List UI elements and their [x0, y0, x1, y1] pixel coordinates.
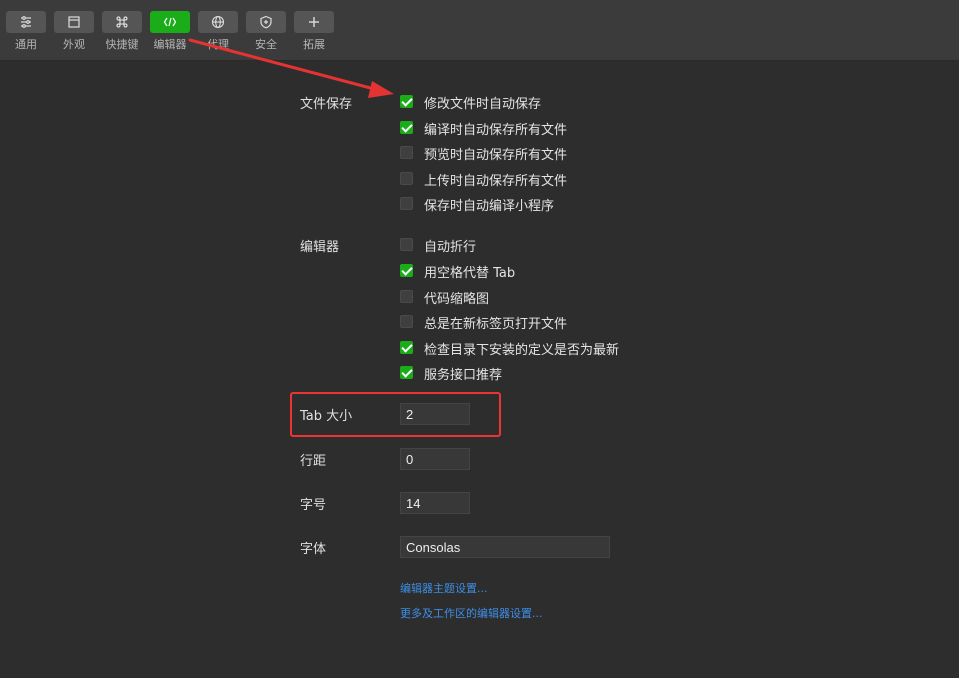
annotation-arrow — [188, 38, 394, 98]
